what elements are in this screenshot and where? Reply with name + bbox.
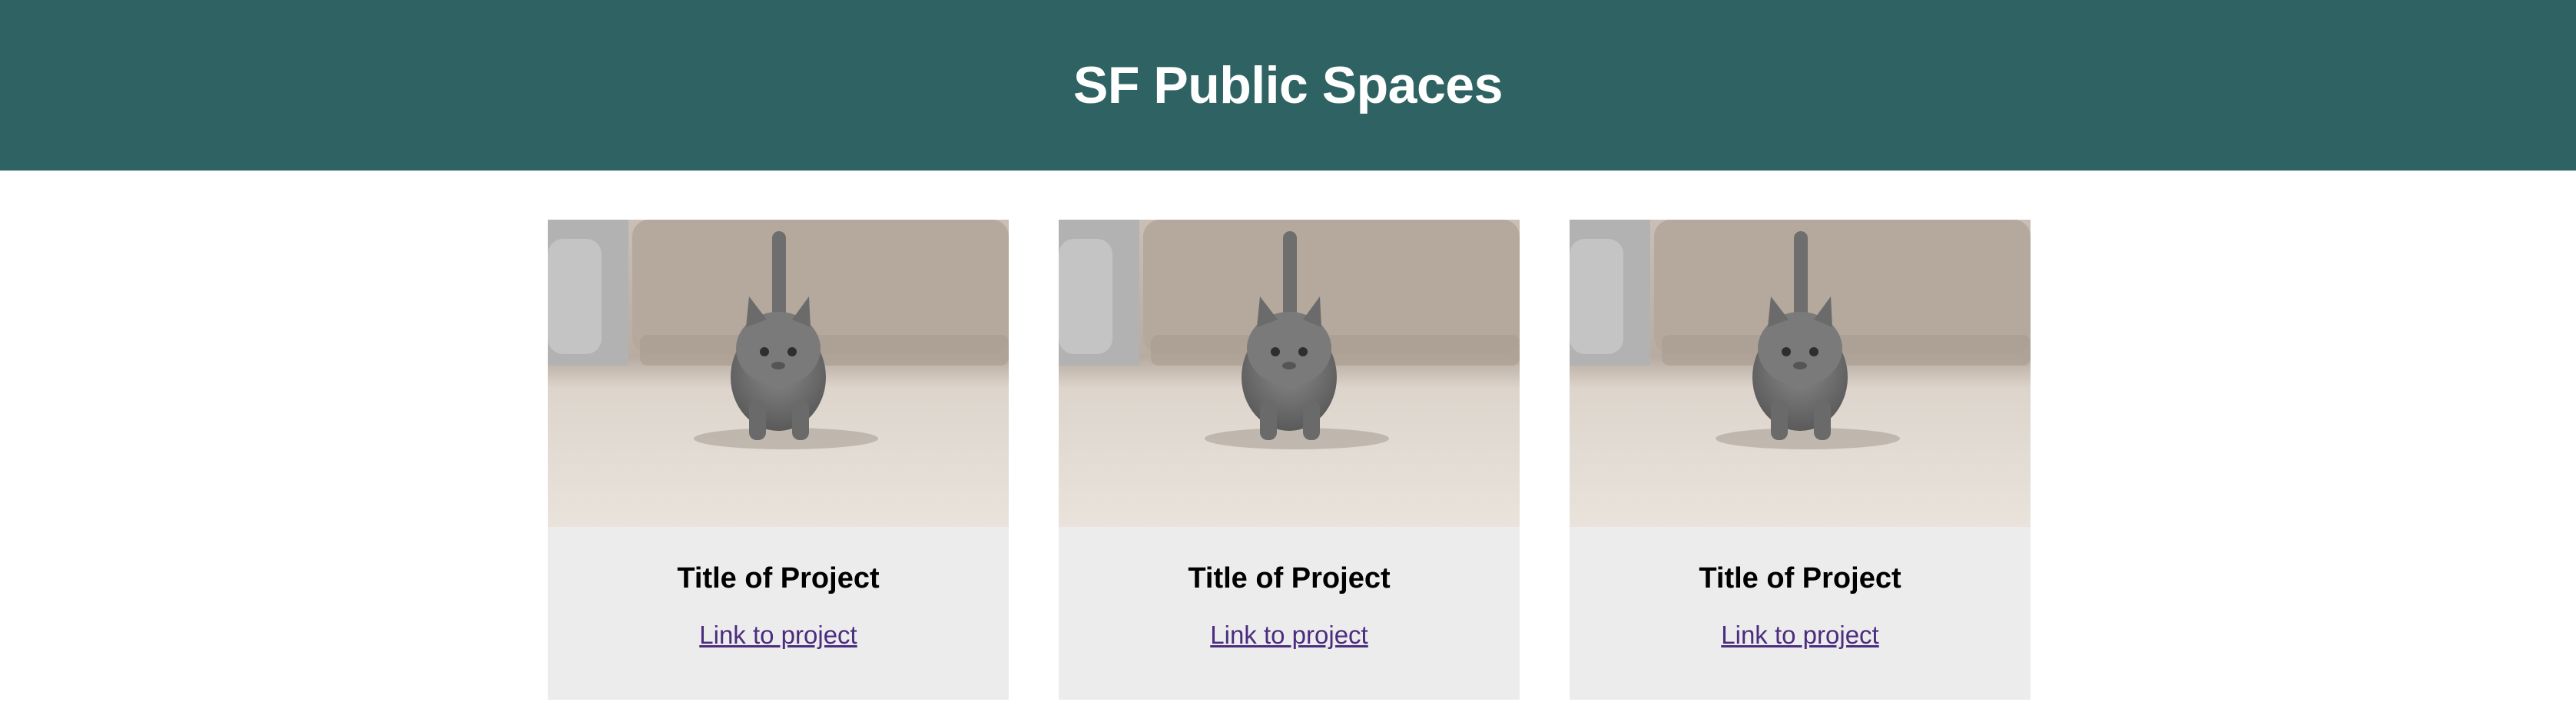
project-card: Title of Project Link to project <box>1570 220 2031 700</box>
card-caption: Title of Project Link to project <box>1570 527 2031 700</box>
card-caption: Title of Project Link to project <box>1059 527 1520 700</box>
site-header: SF Public Spaces <box>0 0 2576 171</box>
page-title: SF Public Spaces <box>1073 56 1503 114</box>
project-link[interactable]: Link to project <box>1210 621 1368 650</box>
project-title: Title of Project <box>1699 562 1901 594</box>
project-title: Title of Project <box>677 562 880 594</box>
project-title: Title of Project <box>1188 562 1391 594</box>
card-caption: Title of Project Link to project <box>548 527 1009 700</box>
project-card: Title of Project Link to project <box>1059 220 1520 700</box>
project-link[interactable]: Link to project <box>1721 621 1878 650</box>
project-card: Title of Project Link to project <box>548 220 1009 700</box>
project-link[interactable]: Link to project <box>699 621 857 650</box>
kitten-photo <box>1570 220 2031 527</box>
kitten-photo <box>548 220 1009 527</box>
project-grid: Title of Project Link to project Title o… <box>548 220 2031 700</box>
kitten-photo <box>1059 220 1520 527</box>
